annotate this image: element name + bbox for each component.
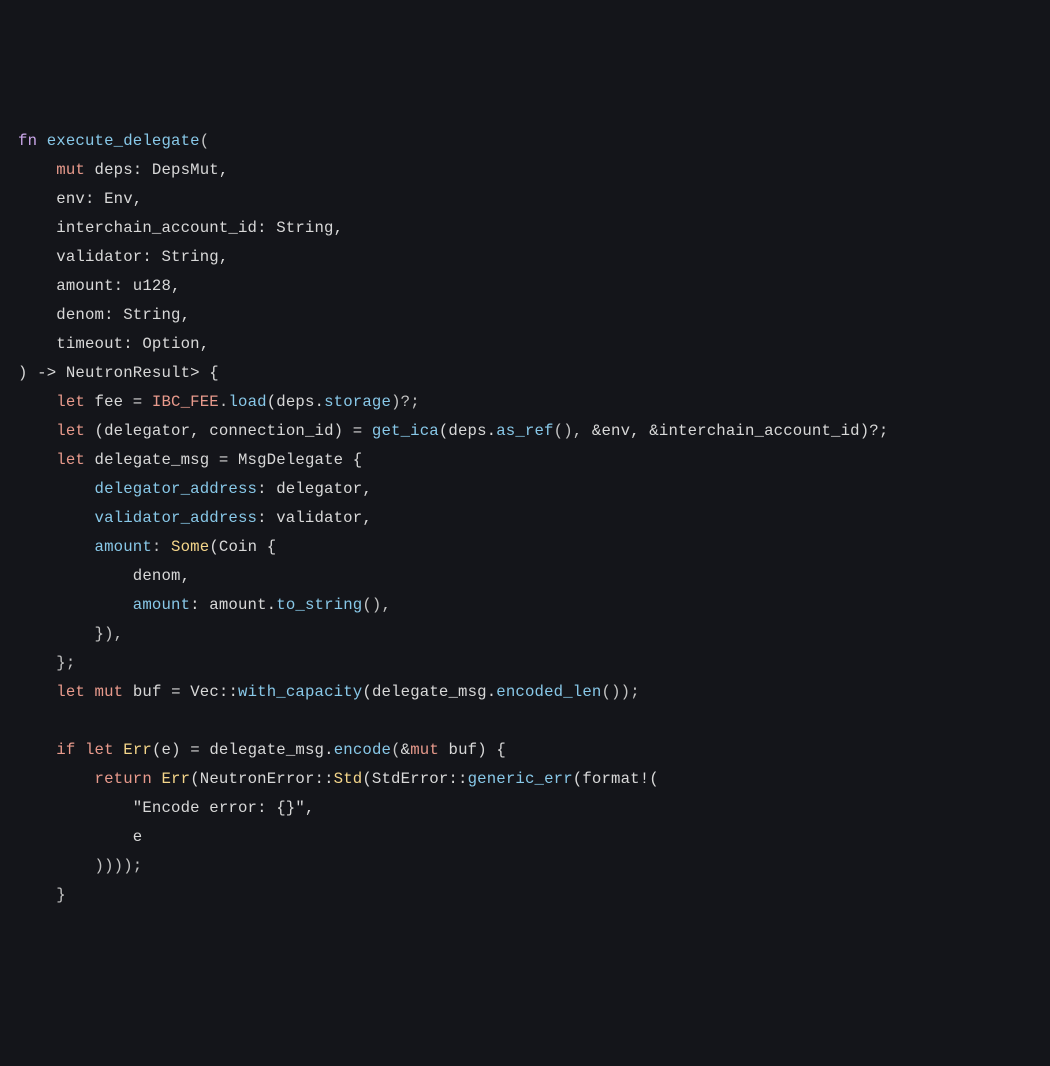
code-block: fn execute_delegate( mut deps: DepsMut, … [18, 127, 1032, 910]
